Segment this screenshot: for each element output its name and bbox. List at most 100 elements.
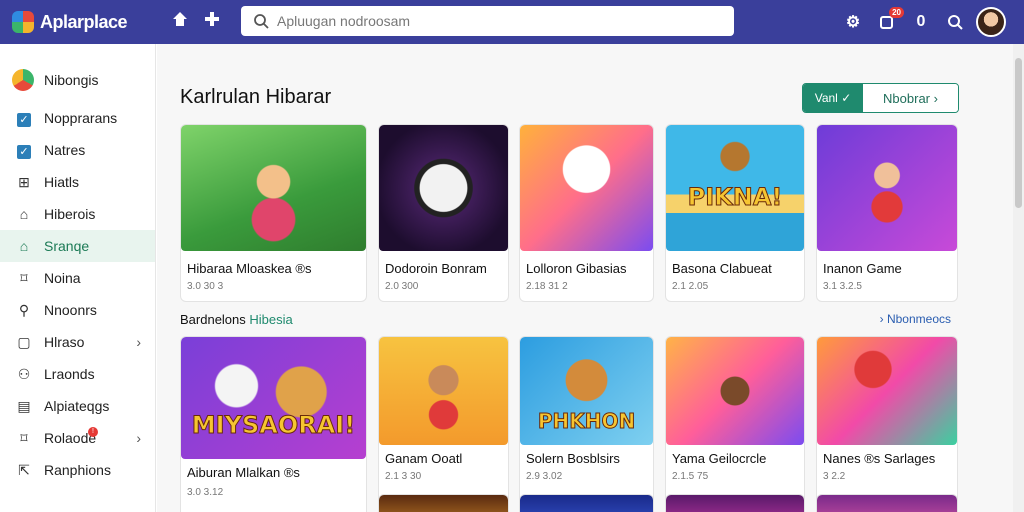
game-meta: 3 2.2 <box>823 471 846 482</box>
game-title: Nanes ®s Sarlages <box>823 451 936 466</box>
game-meta: 3.0 30 3 <box>187 281 224 292</box>
sidebar-item-label: Nopprarans <box>44 110 118 126</box>
sidebar-item-label: Noina <box>44 270 81 286</box>
checkbox-icon: ✓ <box>16 142 32 159</box>
game-card[interactable]: Lolloron Gibasias 2.18 31 2 <box>519 124 654 302</box>
view-toggle-right-label: Nbobrar <box>883 90 930 106</box>
game-card[interactable] <box>665 494 805 512</box>
sidebar-item-label: Ranphions <box>44 462 111 478</box>
notifications-icon[interactable]: 20 <box>874 7 904 35</box>
game-meta: 2.0 300 <box>385 281 419 292</box>
see-more-label: Nbonmeocs <box>886 312 951 326</box>
chevron-right-icon: › <box>933 90 938 106</box>
sidebar-item-11[interactable]: ⌑ Rolaode ! › <box>0 422 155 454</box>
search-input[interactable] <box>277 13 717 29</box>
thumbnail-banner-text: MIYSAORAI! <box>191 411 356 440</box>
sidebar-item-label: Hiatls <box>44 174 80 190</box>
settings-gear-icon[interactable]: ⚙ <box>840 9 866 35</box>
game-card[interactable]: PIKNA! Basona Clabueat 2.1 2.05 <box>665 124 805 302</box>
game-card[interactable]: Hibaraa Mloaskea ®s 3.0 30 3 <box>180 124 367 302</box>
home-icon[interactable] <box>163 10 197 33</box>
game-card[interactable]: Dodoroin Bonram 2.0 300 <box>378 124 509 302</box>
game-card[interactable]: Ganam Ooatl 2.1 3 30 <box>378 336 509 512</box>
game-meta: 3.1 3.2.5 <box>823 281 862 292</box>
app-logo[interactable]: Aplarplace <box>12 11 162 33</box>
scrollbar-thumb[interactable] <box>1015 58 1022 208</box>
game-title: Yama Geilocrcle <box>672 451 767 466</box>
square-icon: ▢ <box>17 333 31 350</box>
sidebar-item-12[interactable]: ⇱ Ranphions <box>0 454 155 486</box>
section-title: Karlrulan Hibarar <box>180 86 332 108</box>
game-card[interactable]: Yama Geilocrcle 2.1.5 75 <box>665 336 805 512</box>
game-title: Inanon Game <box>823 261 902 276</box>
view-toggle-left[interactable]: Vanl ✓ <box>803 84 863 112</box>
game-thumbnail <box>666 337 804 445</box>
game-thumbnail: PIKNA! <box>666 125 804 251</box>
sidebar-header-label: Nibongis <box>44 72 99 88</box>
game-card[interactable]: MIYSAORAI! Aiburan Mlalkan ®s 3.0 3.12 <box>180 336 367 512</box>
sidebar-item-9[interactable]: ⚇ Lraonds <box>0 358 155 390</box>
game-thumbnail <box>379 337 508 445</box>
sidebar-item-8[interactable]: ▢ Hlraso › <box>0 326 155 358</box>
game-card[interactable] <box>816 494 958 512</box>
sidebar-item-label: Natres <box>44 142 86 158</box>
game-title: Aiburan Mlalkan ®s <box>187 465 300 480</box>
top-bar: Aplarplace ⚙ 20 0 <box>0 0 1024 44</box>
game-thumbnail: MIYSAORAI! <box>181 337 366 459</box>
sidebar-item-5[interactable]: ⌂ Sranqe <box>0 230 155 262</box>
search-bar[interactable] <box>241 6 734 36</box>
view-toggle-right[interactable]: Nbobrar › <box>863 84 958 112</box>
document-icon: ▤ <box>17 397 31 414</box>
game-thumbnail <box>666 495 804 512</box>
export-icon: ⇱ <box>18 461 30 478</box>
vertical-scrollbar[interactable] <box>1013 44 1024 512</box>
game-thumbnail <box>817 337 957 445</box>
counter-indicator[interactable]: 0 <box>908 9 934 35</box>
chevron-right-icon: › <box>879 312 884 326</box>
see-more-link[interactable]: › Nbonmeocs <box>880 312 951 326</box>
sidebar-item-1[interactable]: ✓ Nopprarans <box>0 102 155 134</box>
sidebar-item-label: Hlraso <box>44 334 85 350</box>
logo-mark-icon <box>12 11 34 33</box>
sidebar-logo-icon <box>12 69 34 91</box>
subsection-title-text: Bardnelons <box>180 312 246 327</box>
game-title: Basona Clabueat <box>672 261 772 276</box>
sidebar-item-10[interactable]: ▤ Alpiateqgs <box>0 390 155 422</box>
user-avatar[interactable] <box>976 7 1006 37</box>
checkbox-icon: ✓ <box>16 110 32 127</box>
subsection-accent[interactable]: Hibesia <box>249 312 292 327</box>
topbar-actions: ⚙ 20 0 <box>840 4 1006 40</box>
grid-icon: ⊞ <box>18 173 30 190</box>
game-thumbnail <box>379 495 508 512</box>
search-icon[interactable] <box>942 9 968 35</box>
gamepad-icon[interactable] <box>195 10 229 33</box>
game-card[interactable] <box>519 494 654 512</box>
sidebar-item-label: Sranqe <box>44 238 90 254</box>
home-icon: ⌂ <box>19 206 29 222</box>
game-card[interactable]: PHKHON Solern Bosblsirs 2.9 3.02 <box>519 336 654 512</box>
game-meta: 2.18 31 2 <box>526 281 568 292</box>
sidebar-item-3[interactable]: ⊞ Hiatls <box>0 166 155 198</box>
sidebar-header[interactable]: Nibongis <box>0 44 155 98</box>
app-name: Aplarplace <box>40 11 128 32</box>
sidebar-item-6[interactable]: ⌑ Noina <box>0 262 155 294</box>
sidebar-item-2[interactable]: ✓ Natres <box>0 134 155 166</box>
thumbnail-banner-text: PIKNA! <box>687 183 783 212</box>
search-icon <box>254 14 269 29</box>
game-card[interactable]: Nanes ®s Sarlages 3 2.2 <box>816 336 958 512</box>
home-icon: ⌂ <box>19 238 29 254</box>
sidebar-item-label: Lraonds <box>44 366 95 382</box>
game-thumbnail <box>817 125 957 251</box>
game-title: Hibaraa Mloaskea ®s <box>187 261 312 276</box>
view-toggle-left-label: Vanl <box>814 91 838 105</box>
game-title: Ganam Ooatl <box>385 451 463 466</box>
game-title: Solern Bosblsirs <box>526 451 620 466</box>
game-thumbnail <box>520 495 653 512</box>
main-content: Karlrulan Hibarar Vanl ✓ Nbobrar › Hibar… <box>157 44 1013 512</box>
game-card[interactable]: Inanon Game 3.1 3.2.5 <box>816 124 958 302</box>
sidebar-item-7[interactable]: ⚲ Nnoonrs <box>0 294 155 326</box>
chevron-right-icon: › <box>136 430 141 446</box>
game-card[interactable] <box>378 494 509 512</box>
game-title: Lolloron Gibasias <box>526 261 627 276</box>
sidebar-item-4[interactable]: ⌂ Hiberois <box>0 198 155 230</box>
